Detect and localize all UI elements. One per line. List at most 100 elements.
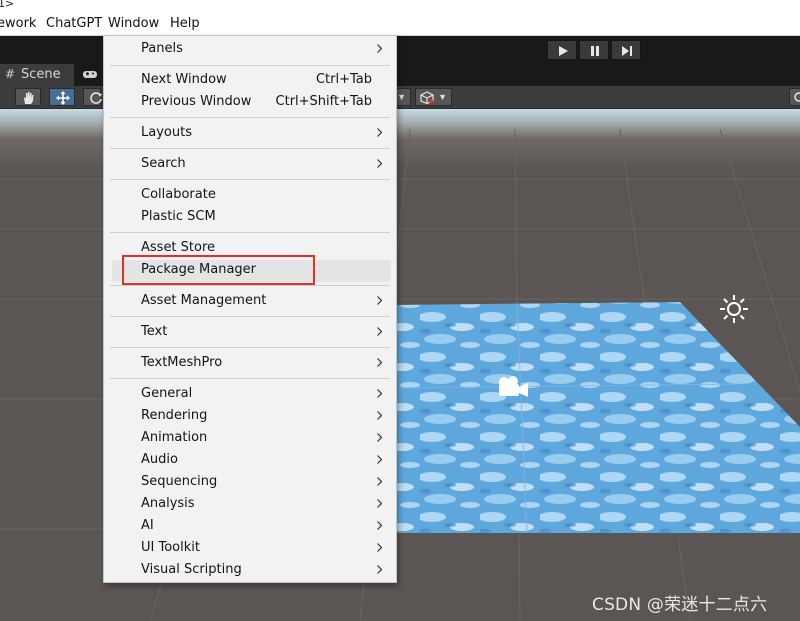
menu-separator bbox=[110, 285, 390, 286]
menu-window[interactable]: Window bbox=[108, 16, 159, 31]
chevron-right-icon bbox=[377, 327, 382, 336]
chevron-down-icon: ▼ bbox=[438, 92, 447, 102]
tab-scene[interactable]: # Scene bbox=[0, 64, 74, 86]
menu-item-label: Sequencing bbox=[141, 474, 218, 489]
menu-separator bbox=[110, 316, 390, 317]
menu-separator bbox=[110, 347, 390, 348]
menu-chatgpt[interactable]: ChatGPT bbox=[46, 16, 102, 31]
shortcut-label: Ctrl+Shift+Tab bbox=[275, 94, 372, 109]
menu-item-label: Plastic SCM bbox=[141, 209, 216, 224]
water-plane[interactable] bbox=[392, 302, 800, 533]
search-scene-button[interactable] bbox=[789, 88, 800, 106]
rotate-tool-button[interactable] bbox=[83, 88, 102, 106]
hand-icon bbox=[24, 92, 34, 104]
pause-button[interactable] bbox=[579, 40, 609, 60]
menu-item-rendering[interactable]: Rendering bbox=[104, 405, 396, 427]
menu-item-label: AI bbox=[141, 518, 154, 533]
menu-item-label: General bbox=[141, 386, 193, 401]
step-icon bbox=[622, 46, 632, 56]
menu-bar: ework ChatGPT Window Help bbox=[0, 13, 800, 36]
chevron-down-icon: ▼ bbox=[397, 92, 406, 102]
menu-item-label: Panels bbox=[141, 41, 183, 56]
menu-item-previous-window[interactable]: Previous Window Ctrl+Shift+Tab bbox=[104, 91, 396, 113]
chevron-right-icon bbox=[377, 128, 382, 137]
menu-item-asset-management[interactable]: Asset Management bbox=[104, 290, 396, 312]
step-button[interactable] bbox=[611, 40, 641, 60]
chevron-right-icon bbox=[377, 565, 382, 574]
menu-help[interactable]: Help bbox=[170, 16, 200, 31]
chevron-right-icon bbox=[377, 159, 382, 168]
rotate-icon bbox=[90, 92, 102, 104]
chevron-right-icon bbox=[377, 499, 382, 508]
gamepad-icon[interactable] bbox=[82, 68, 98, 83]
menu-item-visual-scripting[interactable]: Visual Scripting bbox=[104, 559, 396, 581]
chevron-right-icon bbox=[377, 411, 382, 420]
menu-item-ui-toolkit[interactable]: UI Toolkit bbox=[104, 537, 396, 559]
tab-scene-label: Scene bbox=[21, 67, 61, 82]
scene-visibility-dropdown[interactable]: ▼ bbox=[415, 88, 452, 106]
menu-item-label: Search bbox=[141, 156, 186, 171]
menu-item-panels[interactable]: Panels bbox=[104, 38, 396, 60]
menu-separator bbox=[110, 65, 390, 66]
menu-item-text[interactable]: Text bbox=[104, 321, 396, 343]
pause-icon bbox=[591, 46, 599, 56]
grid-hash-icon: # bbox=[5, 67, 16, 81]
menu-item-next-window[interactable]: Next Window Ctrl+Tab bbox=[104, 69, 396, 91]
move-arrows-icon bbox=[56, 91, 70, 105]
menu-item-collaborate[interactable]: Collaborate bbox=[104, 184, 396, 206]
menu-item-label: Layouts bbox=[141, 125, 192, 140]
menu-item-label: UI Toolkit bbox=[141, 540, 200, 555]
window-menu: Panels Next Window Ctrl+Tab Previous Win… bbox=[103, 35, 397, 583]
menu-item-label: Asset Store bbox=[141, 240, 216, 255]
move-tool-button[interactable] bbox=[49, 88, 75, 106]
cube-icon bbox=[420, 91, 434, 104]
menu-framework[interactable]: ework bbox=[0, 16, 36, 31]
menu-item-search[interactable]: Search bbox=[104, 153, 396, 175]
chevron-right-icon bbox=[377, 433, 382, 442]
menu-item-label: Analysis bbox=[141, 496, 195, 511]
menu-separator bbox=[110, 232, 390, 233]
menu-item-label: Rendering bbox=[141, 408, 208, 423]
menu-item-analysis[interactable]: Analysis bbox=[104, 493, 396, 515]
hand-tool-button[interactable] bbox=[15, 88, 41, 106]
chevron-right-icon bbox=[377, 477, 382, 486]
chevron-right-icon bbox=[377, 296, 382, 305]
title-strip: 1> bbox=[0, 0, 800, 13]
menu-item-label: Asset Management bbox=[141, 293, 267, 308]
play-controls bbox=[547, 40, 641, 60]
menu-separator bbox=[110, 378, 390, 379]
menu-item-general[interactable]: General bbox=[104, 383, 396, 405]
menu-item-layouts[interactable]: Layouts bbox=[104, 122, 396, 144]
menu-item-label: Visual Scripting bbox=[141, 562, 242, 577]
chevron-right-icon bbox=[377, 455, 382, 464]
menu-item-animation[interactable]: Animation bbox=[104, 427, 396, 449]
chevron-right-icon bbox=[377, 521, 382, 530]
chevron-right-icon bbox=[377, 389, 382, 398]
menu-item-label: Previous Window bbox=[141, 94, 252, 109]
title-text: 1> bbox=[0, 0, 15, 10]
chevron-right-icon bbox=[377, 543, 382, 552]
menu-item-label: TextMeshPro bbox=[141, 355, 223, 370]
camera-icon[interactable] bbox=[495, 374, 531, 400]
menu-item-plastic-scm[interactable]: Plastic SCM bbox=[104, 206, 396, 228]
play-icon bbox=[559, 46, 568, 56]
watermark: CSDN @荣迷十二点六 bbox=[592, 595, 768, 615]
play-button[interactable] bbox=[547, 40, 577, 60]
menu-separator bbox=[110, 117, 390, 118]
chevron-right-icon bbox=[377, 44, 382, 53]
gizmo-dropdown[interactable]: ▼ bbox=[395, 88, 411, 106]
chevron-right-icon bbox=[377, 358, 382, 367]
menu-item-sequencing[interactable]: Sequencing bbox=[104, 471, 396, 493]
menu-item-label: Next Window bbox=[141, 72, 227, 87]
menu-item-audio[interactable]: Audio bbox=[104, 449, 396, 471]
menu-item-textmeshpro[interactable]: TextMeshPro bbox=[104, 352, 396, 374]
menu-item-label: Collaborate bbox=[141, 187, 216, 202]
menu-item-label: Text bbox=[141, 324, 168, 339]
menu-item-ai[interactable]: AI bbox=[104, 515, 396, 537]
menu-separator bbox=[110, 179, 390, 180]
directional-light-icon[interactable] bbox=[719, 294, 749, 324]
shortcut-label: Ctrl+Tab bbox=[315, 72, 372, 87]
menu-separator bbox=[110, 148, 390, 149]
menu-item-label: Audio bbox=[141, 452, 178, 467]
menu-item-label: Animation bbox=[141, 430, 208, 445]
